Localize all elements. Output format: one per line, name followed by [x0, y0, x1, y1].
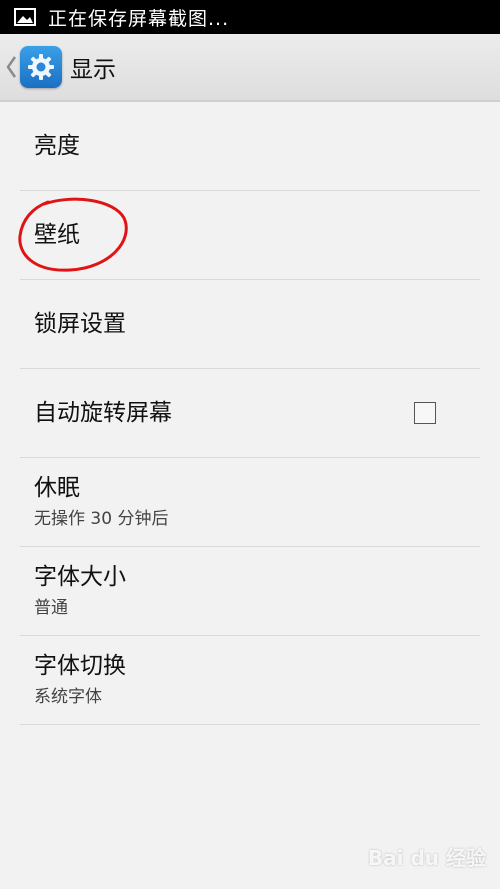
setting-sleep[interactable]: 休眠 无操作 30 分钟后: [20, 458, 480, 547]
setting-title: 壁纸: [34, 222, 80, 248]
setting-auto-rotate[interactable]: 自动旋转屏幕: [20, 369, 480, 458]
setting-title: 亮度: [34, 133, 80, 159]
chevron-left-icon[interactable]: [4, 53, 18, 81]
setting-subtitle: 无操作 30 分钟后: [34, 509, 169, 529]
auto-rotate-checkbox[interactable]: [414, 402, 436, 424]
setting-subtitle: 系统字体: [34, 687, 102, 707]
action-bar: 显示: [0, 34, 500, 102]
setting-title: 字体大小: [34, 564, 126, 590]
watermark: Bai du 经验: [367, 846, 486, 870]
settings-list: 亮度 壁纸 锁屏设置 自动旋转屏幕 休眠 无操作 30 分钟后 字体大小 普通 …: [20, 102, 480, 725]
setting-wallpaper[interactable]: 壁纸: [20, 191, 480, 280]
setting-title: 字体切换: [34, 653, 126, 679]
setting-title: 休眠: [34, 475, 80, 501]
setting-font-switch[interactable]: 字体切换 系统字体: [20, 636, 480, 725]
status-bar: 正在保存屏幕截图...: [0, 0, 500, 34]
setting-font-size[interactable]: 字体大小 普通: [20, 547, 480, 636]
setting-title: 锁屏设置: [34, 311, 126, 337]
setting-lockscreen[interactable]: 锁屏设置: [20, 280, 480, 369]
gear-icon[interactable]: [20, 46, 62, 88]
status-notification-text: 正在保存屏幕截图...: [48, 7, 230, 30]
setting-subtitle: 普通: [34, 598, 68, 618]
page-title: 显示: [70, 57, 116, 83]
image-icon: [14, 8, 36, 26]
setting-brightness[interactable]: 亮度: [20, 102, 480, 191]
